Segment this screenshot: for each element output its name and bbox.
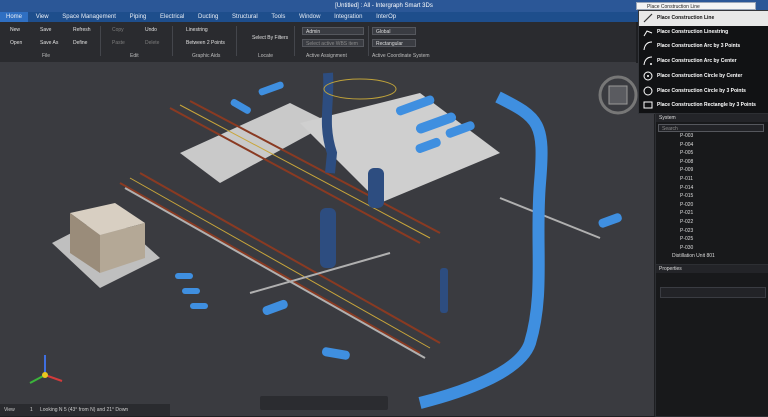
construction-circle-icon xyxy=(643,71,653,81)
undo-button[interactable]: Undo xyxy=(145,26,157,34)
view-orientation-text: Looking N 5 (43° from N) and 21° Down xyxy=(40,407,129,413)
new-button[interactable]: New xyxy=(10,26,20,34)
wbs-item-select[interactable]: Select active WBS item xyxy=(302,39,364,47)
define-button[interactable]: Define xyxy=(73,39,87,47)
plant-model-render xyxy=(0,63,654,416)
delete-button[interactable]: Delete xyxy=(145,39,159,47)
properties-toolbar[interactable] xyxy=(660,287,766,298)
construction-rectangle-icon xyxy=(643,101,653,109)
graphic-aids-group-label: Graphic Aids xyxy=(192,53,221,59)
vertical-vessel-2 xyxy=(440,268,448,313)
tree-item[interactable]: P-003 xyxy=(656,132,764,141)
menu-structural[interactable]: Structural xyxy=(226,12,264,22)
tree-item[interactable]: P-004 xyxy=(656,141,764,150)
tree-item[interactable]: P-014 xyxy=(656,184,764,193)
tree-item[interactable]: P-025 xyxy=(656,235,764,244)
model-viewport[interactable] xyxy=(0,63,654,416)
construction-line-icon xyxy=(643,13,653,23)
properties-panel-title: Properties xyxy=(656,265,768,273)
permission-group-select[interactable]: Admin xyxy=(302,27,364,35)
menu-window[interactable]: Window xyxy=(293,12,326,22)
menu-view[interactable]: View xyxy=(30,12,55,22)
menu-tools[interactable]: Tools xyxy=(265,12,291,22)
refresh-button[interactable]: Refresh xyxy=(73,26,91,34)
construction-arc-icon xyxy=(643,41,653,51)
locate-group-label: Locate xyxy=(258,53,274,59)
dropdown-item-rectangle-3-points[interactable]: Place Construction Rectangle by 3 Points xyxy=(639,98,768,113)
command-search-dropdown: Place Construction Line Place Constructi… xyxy=(638,10,768,114)
dropdown-item-linestring[interactable]: Place Construction Linestring xyxy=(639,25,768,40)
dropdown-item-line[interactable]: Place Construction Line xyxy=(639,11,768,26)
linestring-button[interactable]: Linestring xyxy=(186,26,208,34)
distillation-column xyxy=(321,72,338,174)
menu-integration[interactable]: Integration xyxy=(328,12,368,22)
dropdown-item-arc-center[interactable]: Place Construction Arc by Center xyxy=(639,54,768,69)
menu-interop[interactable]: InterOp xyxy=(370,12,402,22)
dropdown-item-circle-3-points[interactable]: Place Construction Circle by 3 Points xyxy=(639,84,768,99)
menu-space-management[interactable]: Space Management xyxy=(56,12,122,22)
tree-item[interactable]: P-011 xyxy=(656,175,764,184)
copy-button[interactable]: Copy xyxy=(112,26,124,34)
properties-panel: Properties xyxy=(655,264,768,417)
tree-item[interactable]: P-021 xyxy=(656,209,764,218)
tree-item[interactable]: Distillation Unit 801 xyxy=(656,252,764,261)
construction-circle-3pt-icon xyxy=(643,86,653,96)
view-label[interactable]: View xyxy=(4,404,15,416)
save-as-button[interactable]: Save As xyxy=(40,39,58,47)
menu-home[interactable]: Home xyxy=(0,12,29,22)
tree-item[interactable]: P-005 xyxy=(656,149,764,158)
tree-item[interactable]: P-023 xyxy=(656,227,764,236)
tree-item[interactable]: P-015 xyxy=(656,192,764,201)
coordinate-system-group-label: Active Coordinate System xyxy=(372,53,430,59)
system-search-input[interactable]: Search xyxy=(658,124,764,132)
view-cube xyxy=(608,85,628,105)
save-button[interactable]: Save xyxy=(40,26,51,34)
dropdown-item-arc-3-points[interactable]: Place Construction Arc by 3 Points xyxy=(639,39,768,54)
tree-item[interactable]: P-030 xyxy=(656,244,764,253)
open-button[interactable]: Open xyxy=(10,39,22,47)
coordinate-system-select[interactable]: Global xyxy=(372,27,416,35)
menu-piping[interactable]: Piping xyxy=(124,12,153,22)
menu-ducting[interactable]: Ducting xyxy=(192,12,224,22)
tree-item[interactable]: P-020 xyxy=(656,201,764,210)
coordinate-type-select[interactable]: Rectangular xyxy=(372,39,416,47)
between-points-button[interactable]: Between 2 Points xyxy=(186,39,225,47)
system-panel: System Search P-003 P-004 P-005 P-008 P-… xyxy=(655,113,768,265)
system-panel-title: System xyxy=(656,114,768,122)
tree-item[interactable]: P-022 xyxy=(656,218,764,227)
tree-item[interactable]: P-009 xyxy=(656,166,764,175)
select-by-filters-button[interactable]: Select By Filters xyxy=(252,34,288,42)
file-group-label: File xyxy=(42,53,51,59)
system-tree: P-003 P-004 P-005 P-008 P-009 P-011 P-01… xyxy=(656,132,764,261)
tree-item[interactable]: P-008 xyxy=(656,158,764,167)
view-count: 1 xyxy=(30,407,33,413)
construction-arc-center-icon xyxy=(643,56,653,66)
command-search-input[interactable]: Place Construction Line xyxy=(636,2,756,10)
active-assignment-group-label: Active Assignment xyxy=(306,53,347,59)
navigation-toolbar xyxy=(260,396,388,410)
ribbon: New Open Save Save As Refresh Define Fil… xyxy=(0,22,636,63)
edit-group-label: Edit xyxy=(130,53,139,59)
vertical-vessel-3 xyxy=(368,168,384,208)
construction-linestring-icon xyxy=(643,30,653,37)
paste-button[interactable]: Paste xyxy=(112,39,125,47)
menu-electrical[interactable]: Electrical xyxy=(154,12,190,22)
dropdown-item-circle-center[interactable]: Place Construction Circle by Center xyxy=(639,69,768,84)
vertical-vessel-1 xyxy=(320,208,336,268)
status-bar: View 1 Looking N 5 (43° from N) and 21° … xyxy=(0,404,170,416)
